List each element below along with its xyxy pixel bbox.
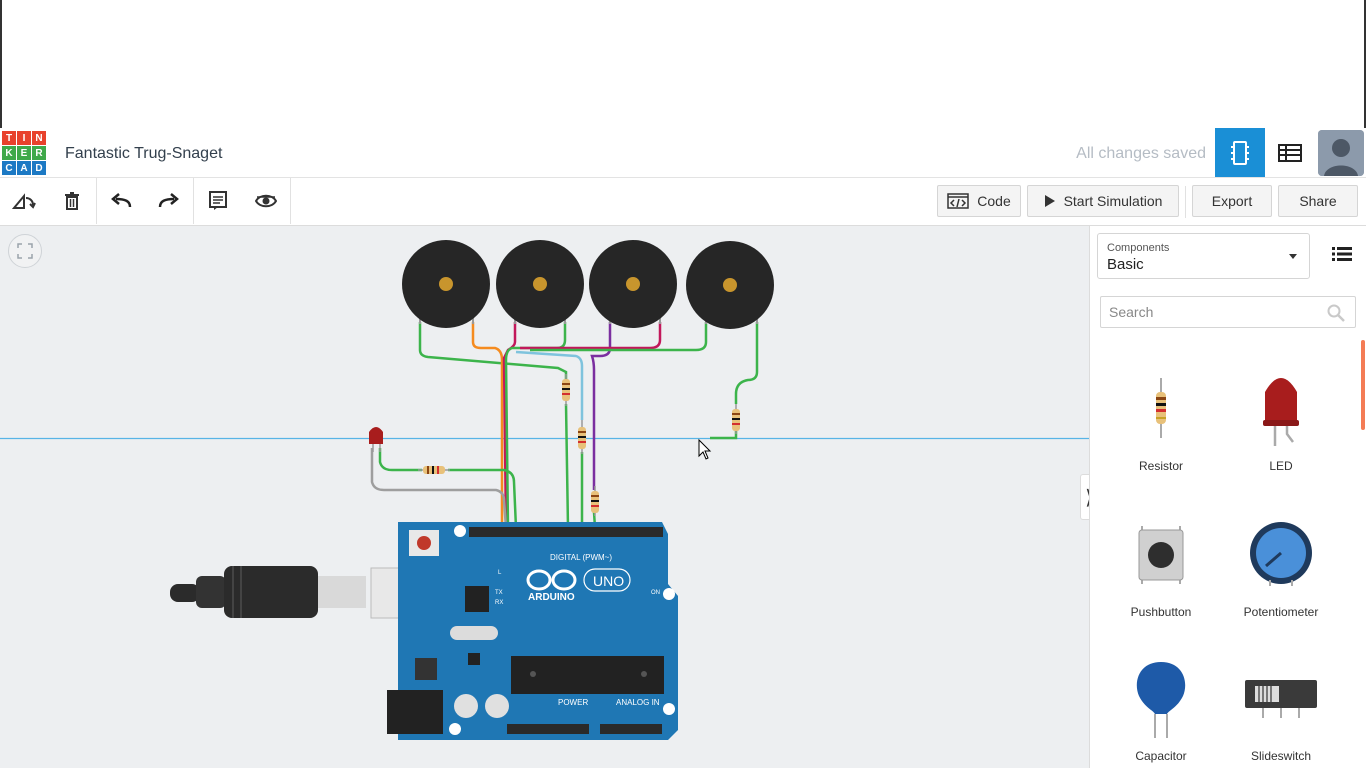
component-potentiometer[interactable]: Potentiometer <box>1221 518 1341 619</box>
logo-letter: I <box>17 131 31 145</box>
play-icon <box>1044 195 1055 207</box>
resistor-3 <box>591 486 599 516</box>
schematic-list-view-button[interactable] <box>1265 128 1315 177</box>
wire-orange <box>471 322 504 528</box>
wire-green-9 <box>378 448 422 472</box>
user-avatar[interactable] <box>1318 130 1364 176</box>
resistor-icon <box>1156 378 1166 438</box>
tinkercad-logo[interactable]: T I N K E R C A D <box>2 131 46 175</box>
component-pushbutton[interactable]: Pushbutton <box>1101 518 1221 619</box>
mouse-cursor-icon <box>698 438 712 460</box>
notes-icon <box>209 191 227 210</box>
logo-letter: E <box>17 146 31 160</box>
share-button[interactable]: Share <box>1278 185 1358 217</box>
component-label: LED <box>1269 459 1293 473</box>
component-search <box>1100 296 1356 328</box>
resistor-4 <box>732 404 740 434</box>
component-resistor[interactable]: Resistor <box>1101 372 1221 473</box>
wire-cyan <box>515 350 584 420</box>
pushbutton-icon <box>1138 526 1184 584</box>
resistor-1 <box>562 374 570 406</box>
panel-scrollbar[interactable] <box>1361 340 1365 430</box>
start-simulation-button[interactable]: Start Simulation <box>1027 185 1179 217</box>
delete-button[interactable] <box>48 178 96 224</box>
wire-gray <box>370 448 508 529</box>
redo-icon <box>158 193 179 208</box>
component-label: Slideswitch <box>1250 749 1312 763</box>
piezo-buzzers <box>402 240 774 329</box>
user-silhouette-icon <box>1318 130 1364 176</box>
start-simulation-label: Start Simulation <box>1063 193 1163 209</box>
wires <box>370 322 759 529</box>
components-dropdown-label: Components <box>1107 242 1170 254</box>
wire-green-3 <box>530 322 708 352</box>
blank-browser-area <box>0 0 1366 128</box>
visibility-icon <box>255 194 277 208</box>
trash-icon <box>65 192 79 210</box>
save-status: All changes saved <box>1076 145 1206 162</box>
component-led[interactable]: LED <box>1221 372 1341 473</box>
potentiometer-icon <box>1250 522 1312 586</box>
notes-button[interactable] <box>194 178 242 224</box>
logo-letter: N <box>32 131 46 145</box>
fit-view-icon <box>17 243 33 259</box>
logo-letter: T <box>2 131 16 145</box>
redo-button[interactable] <box>145 178 193 224</box>
arduino-uno-board: DIGITAL (PWM~) ARDUINO UNO POWER ANALOG … <box>387 522 678 740</box>
digital-pins-label: DIGITAL (PWM~) <box>550 553 612 562</box>
component-label: Potentiometer <box>1243 605 1319 619</box>
export-button[interactable]: Export <box>1192 185 1272 217</box>
analog-pins-label: ANALOG IN <box>616 698 660 707</box>
arduino-brand-label: ARDUINO <box>528 592 575 603</box>
logo-letter: C <box>2 161 16 175</box>
logo-letter: K <box>2 146 16 160</box>
search-icon[interactable] <box>1327 304 1345 322</box>
resistor-5 <box>418 466 450 474</box>
rotate-button[interactable] <box>0 178 48 224</box>
wire-green-4 <box>564 403 570 529</box>
code-label: Code <box>977 193 1011 209</box>
caret-down-icon <box>1289 254 1297 259</box>
components-dropdown[interactable]: Components Basic <box>1097 233 1310 279</box>
logo-letter: A <box>17 161 31 175</box>
visibility-button[interactable] <box>242 178 290 224</box>
power-pins-label: POWER <box>558 698 588 707</box>
components-dropdown-value: Basic <box>1107 256 1144 273</box>
tx-label: TX <box>495 590 503 596</box>
logo-letter: D <box>32 161 46 175</box>
on-led-label: ON <box>651 590 660 596</box>
undo-button[interactable] <box>97 178 145 224</box>
uno-model-label: UNO <box>593 573 624 589</box>
component-label: Resistor <box>1138 459 1183 473</box>
project-title[interactable]: Fantastic Trug-Snaget <box>65 145 222 163</box>
component-slideswitch[interactable]: Slideswitch <box>1221 662 1341 763</box>
capacitor-icon <box>1136 662 1186 738</box>
circuit-canvas[interactable]: DIGITAL (PWM~) ARDUINO UNO POWER ANALOG … <box>0 226 1089 768</box>
component-capacitor[interactable]: Capacitor <box>1101 662 1221 763</box>
component-label: Capacitor <box>1135 749 1187 763</box>
list-icon <box>1332 247 1352 261</box>
share-label: Share <box>1299 193 1337 209</box>
code-icon <box>947 193 970 209</box>
slideswitch-icon <box>1245 680 1317 718</box>
circuit-view-button[interactable] <box>1215 128 1265 177</box>
circuit-view-icon <box>1231 140 1249 165</box>
export-label: Export <box>1211 193 1253 209</box>
code-button[interactable]: Code <box>937 185 1021 217</box>
wire-green-7 <box>734 322 759 404</box>
component-search-input[interactable] <box>1101 297 1316 327</box>
list-view-toggle-button[interactable] <box>1322 238 1362 270</box>
circuit-drawing: DIGITAL (PWM~) ARDUINO UNO POWER ANALOG … <box>0 240 1089 740</box>
table-view-icon <box>1278 143 1302 162</box>
led-icon <box>1263 378 1299 446</box>
fit-to-view-button[interactable] <box>8 234 42 268</box>
resistor-2 <box>578 420 586 454</box>
wire-green-8 <box>710 430 738 440</box>
logo-letter: R <box>32 146 46 160</box>
undo-icon <box>111 193 132 208</box>
rotate-icon <box>12 193 36 209</box>
resistors <box>418 374 740 516</box>
rx-label: RX <box>495 600 503 606</box>
component-label: Pushbutton <box>1130 605 1192 619</box>
